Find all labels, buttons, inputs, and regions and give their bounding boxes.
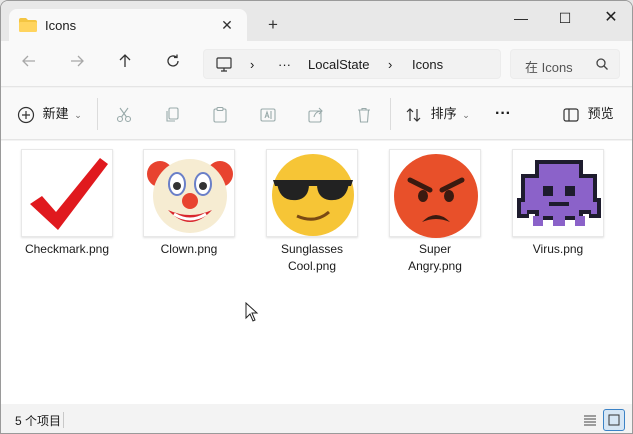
- toolbar-divider: [390, 98, 391, 130]
- refresh-icon: [167, 54, 179, 67]
- file-thumbnail: [21, 149, 113, 237]
- file-item-sunglasses[interactable]: Sunglasses Cool.png: [257, 149, 367, 275]
- cut-button[interactable]: [115, 102, 133, 126]
- file-thumbnail: [266, 149, 358, 237]
- preview-pane-icon: [563, 107, 579, 122]
- refresh-button[interactable]: [161, 53, 185, 77]
- search-box[interactable]: 在 Icons: [510, 49, 620, 79]
- up-button[interactable]: [113, 53, 137, 77]
- file-thumbnail: [512, 149, 604, 237]
- file-name: Super Angry.png: [408, 242, 462, 273]
- delete-button[interactable]: [355, 102, 373, 126]
- grid-view-icon: [608, 414, 620, 426]
- plus-circle-icon: [17, 106, 35, 123]
- breadcrumb-separator[interactable]: ›: [388, 57, 392, 72]
- rename-button[interactable]: [259, 102, 277, 126]
- copy-button[interactable]: [163, 102, 181, 126]
- file-item-clown[interactable]: Clown.png: [134, 149, 244, 258]
- explorer-window: Icons ✕ + — ☐ ✕ › ··· LocalState › Icons: [0, 0, 633, 434]
- trash-icon: [358, 107, 370, 123]
- share-icon: [308, 107, 323, 123]
- new-label: 新建: [42, 106, 69, 121]
- breadcrumb-item-localstate[interactable]: LocalState: [308, 57, 369, 72]
- preview-pane-button[interactable]: 预览: [562, 102, 614, 126]
- file-item-angry[interactable]: Super Angry.png: [380, 149, 490, 275]
- breadcrumb-separator[interactable]: ›: [250, 57, 254, 72]
- status-divider: [63, 412, 64, 428]
- sort-button[interactable]: 排序 ⌄: [405, 102, 470, 126]
- scissors-icon: [116, 107, 132, 122]
- chevron-down-icon: ⌄: [74, 110, 82, 120]
- breadcrumb-item-icons[interactable]: Icons: [412, 57, 443, 72]
- sort-icon: [406, 107, 421, 122]
- preview-label: 预览: [587, 106, 614, 121]
- clipboard-icon: [213, 106, 227, 123]
- file-item-virus[interactable]: Virus.png: [503, 149, 613, 258]
- file-list[interactable]: Checkmark.png Clown.png Sunglasses Cool.…: [1, 141, 632, 404]
- file-name: Clown.png: [160, 242, 218, 256]
- file-thumbnail: [143, 149, 235, 237]
- file-name: Sunglasses Cool.png: [280, 242, 344, 273]
- status-bar: 5 个项目: [1, 404, 632, 433]
- list-view-icon: [584, 415, 596, 426]
- paste-button[interactable]: [211, 102, 229, 126]
- breadcrumb[interactable]: › ··· LocalState › Icons: [203, 49, 501, 79]
- virus-icon: [517, 160, 601, 226]
- item-count: 5 个项目: [15, 414, 62, 428]
- rename-icon: [260, 108, 276, 122]
- monitor-icon: [216, 57, 232, 72]
- sunglasses-icon: [272, 154, 354, 236]
- address-row: › ··· LocalState › Icons 在 Icons: [1, 41, 632, 87]
- minimize-button[interactable]: —: [501, 7, 541, 29]
- file-name: Virus.png: [532, 242, 584, 256]
- tab-title: Icons: [45, 18, 77, 33]
- file-name: Checkmark.png: [24, 242, 110, 256]
- checkmark-icon: [30, 158, 108, 230]
- toolbar-divider: [97, 98, 98, 130]
- cursor-icon: [245, 302, 259, 322]
- sort-label: 排序: [430, 106, 457, 121]
- share-button[interactable]: [307, 102, 325, 126]
- details-view-button[interactable]: [579, 409, 601, 431]
- arrow-right-icon: [71, 55, 84, 67]
- clown-icon: [147, 159, 233, 233]
- copy-icon: [166, 107, 179, 122]
- folder-icon: [19, 18, 37, 32]
- file-item-checkmark[interactable]: Checkmark.png: [12, 149, 122, 258]
- new-button[interactable]: 新建 ⌄: [17, 102, 82, 126]
- tab-close-button[interactable]: ✕: [217, 15, 237, 35]
- file-thumbnail: [389, 149, 481, 238]
- maximize-button[interactable]: ☐: [545, 7, 585, 29]
- search-icon: [596, 58, 608, 70]
- arrow-up-icon: [119, 54, 131, 67]
- forward-button[interactable]: [65, 53, 89, 77]
- search-input[interactable]: 在 Icons: [525, 57, 573, 76]
- angry-icon: [394, 154, 478, 238]
- new-tab-button[interactable]: +: [263, 15, 283, 35]
- large-icons-view-button[interactable]: [603, 409, 625, 431]
- more-options-button[interactable]: ···: [495, 102, 511, 126]
- close-button[interactable]: ✕: [591, 7, 631, 29]
- command-bar: 新建 ⌄ 排序 ⌄ ··· 预览: [1, 88, 632, 140]
- back-button[interactable]: [17, 53, 41, 77]
- breadcrumb-overflow[interactable]: ···: [278, 57, 291, 72]
- arrow-left-icon: [22, 55, 35, 67]
- chevron-down-icon: ⌄: [462, 110, 470, 120]
